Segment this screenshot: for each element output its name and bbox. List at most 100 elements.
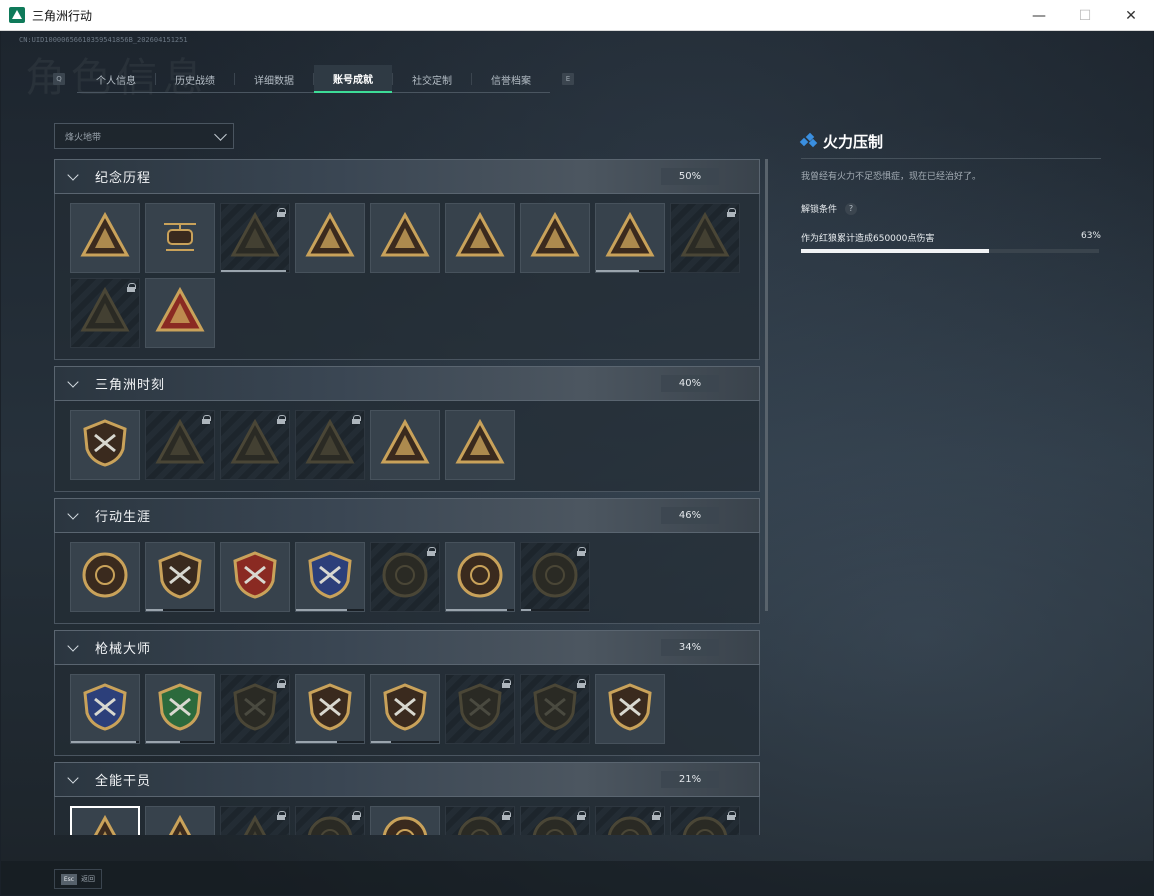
category-header[interactable]: 行动生涯 46% [54, 498, 760, 533]
help-icon[interactable]: ? [845, 202, 858, 215]
achievement-badge[interactable] [445, 203, 515, 273]
maximize-button[interactable]: ☐ [1062, 0, 1108, 31]
achievement-badge[interactable] [595, 674, 665, 744]
achievement-badge[interactable] [70, 542, 140, 612]
achievement-category: 行动生涯 46% [54, 498, 760, 624]
rifle-shield-icon [304, 681, 356, 737]
category-percent: 40% [661, 375, 719, 392]
esc-key-hint: Esc [61, 873, 77, 885]
achievement-badge[interactable] [370, 203, 440, 273]
lock-icon [502, 811, 511, 820]
tab-3[interactable]: 详细数据 [235, 65, 313, 93]
window-controls: — ☐ ✕ [1016, 0, 1154, 31]
achievement-category: 三角洲时刻 40% [54, 366, 760, 492]
achievement-badge[interactable] [595, 806, 665, 835]
achievement-badge[interactable] [220, 203, 290, 273]
achievement-badge[interactable] [295, 542, 365, 612]
achievement-badge[interactable] [145, 410, 215, 480]
achievement-badge[interactable] [295, 674, 365, 744]
achievement-badge[interactable] [595, 203, 665, 273]
achievement-badge[interactable] [295, 410, 365, 480]
prev-tab-key[interactable]: Q [53, 73, 65, 85]
category-header[interactable]: 全能干员 21% [54, 762, 760, 797]
achievement-badge[interactable] [445, 674, 515, 744]
dark-emblem-icon [229, 210, 281, 266]
back-label: 返回 [81, 875, 95, 883]
achievement-badge[interactable] [220, 410, 290, 480]
close-button[interactable]: ✕ [1108, 0, 1154, 31]
game-viewport: CN:UID10000656610359541856B_202604151251… [1, 31, 1153, 895]
rocket-triangle-icon [454, 417, 506, 473]
achievement-badge[interactable] [70, 806, 140, 835]
lock-icon [727, 208, 736, 217]
achievement-badge[interactable] [70, 410, 140, 480]
operator-wolf-dark-icon [304, 813, 356, 835]
tab-5[interactable]: 社交定制 [393, 65, 471, 93]
achievement-badge[interactable] [445, 806, 515, 835]
tab-2[interactable]: 历史战绩 [156, 65, 234, 93]
operator-helmet-dark-icon [529, 813, 581, 835]
unlock-progress-bar [801, 249, 1099, 253]
achievement-badge[interactable] [670, 806, 740, 835]
achievement-badge[interactable] [145, 806, 215, 835]
achievement-badge[interactable] [370, 806, 440, 835]
category-title: 三角洲时刻 [95, 378, 166, 393]
tab-4[interactable]: 账号成就 [314, 65, 392, 93]
eye-emblem-icon [529, 549, 581, 605]
lock-icon [577, 679, 586, 688]
operator-red-dark-icon [229, 813, 281, 835]
achievement-badge[interactable] [370, 542, 440, 612]
s6-triangle-icon [454, 210, 506, 266]
back-button[interactable]: Esc 返回 [54, 869, 102, 889]
achievement-badge[interactable] [670, 203, 740, 273]
achievement-badge[interactable] [220, 806, 290, 835]
badge-progress-bar [221, 270, 289, 272]
badge-progress-bar [371, 741, 439, 743]
achievement-badge[interactable] [520, 674, 590, 744]
lock-icon [352, 415, 361, 424]
achievement-badge[interactable] [295, 203, 365, 273]
achievement-badge[interactable] [145, 278, 215, 348]
achievement-badge[interactable] [520, 203, 590, 273]
achievement-badge[interactable] [220, 542, 290, 612]
s8-triangle-icon [604, 210, 656, 266]
achievement-badge[interactable] [445, 410, 515, 480]
tab-6[interactable]: 信誉档案 [472, 65, 550, 93]
achievement-badge[interactable] [145, 542, 215, 612]
category-percent: 46% [661, 507, 719, 524]
achievement-badge[interactable] [70, 674, 140, 744]
operator-spear-dark-icon [454, 813, 506, 835]
operator-red-icon [79, 813, 131, 835]
badge-progress-fill [146, 741, 180, 743]
achievement-detail-panel: 火力压制 我曾经有火力不足恐惧症，现在已经治好了。 解锁条件 ? 作为红狼累计造… [799, 129, 1101, 253]
achievement-badge[interactable] [370, 674, 440, 744]
achievement-badge[interactable] [70, 203, 140, 273]
s5-triangle-icon [379, 210, 431, 266]
achievement-badge[interactable] [520, 542, 590, 612]
window-titlebar: 三角洲行动 — ☐ ✕ [0, 0, 1154, 31]
tab-1[interactable]: 个人信息 [77, 65, 155, 93]
mode-filter-dropdown[interactable]: 烽火地带 [54, 123, 234, 149]
radio-triangle-icon [154, 417, 206, 473]
next-tab-key[interactable]: E [562, 73, 574, 85]
category-header[interactable]: 纪念历程 50% [54, 159, 760, 194]
badge-progress-fill [446, 609, 508, 611]
achievement-badge[interactable] [145, 203, 215, 273]
category-header[interactable]: 三角洲时刻 40% [54, 366, 760, 401]
badge-progress-fill [221, 270, 286, 272]
operator-mask-dark-icon [604, 813, 656, 835]
achievement-badge[interactable] [370, 410, 440, 480]
achievement-badge[interactable] [295, 806, 365, 835]
helicopter-icon [154, 210, 206, 266]
minimize-button[interactable]: — [1016, 0, 1062, 31]
round-emblem-icon [379, 549, 431, 605]
list-scrollbar[interactable] [765, 159, 768, 611]
operator-ring-dark-icon [679, 813, 731, 835]
detail-divider [801, 158, 1101, 159]
achievement-badge[interactable] [70, 278, 140, 348]
achievement-badge[interactable] [220, 674, 290, 744]
category-header[interactable]: 枪械大师 34% [54, 630, 760, 665]
achievement-badge[interactable] [445, 542, 515, 612]
achievement-badge[interactable] [145, 674, 215, 744]
achievement-badge[interactable] [520, 806, 590, 835]
